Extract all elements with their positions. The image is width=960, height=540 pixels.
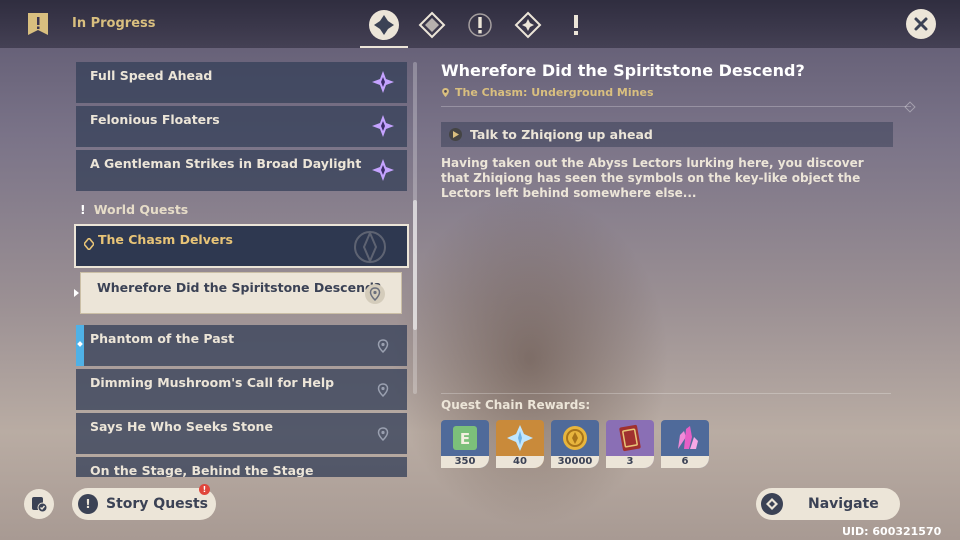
quest-item-archon[interactable]: A Gentleman Strikes in Broad Daylight bbox=[76, 150, 407, 191]
primogem-icon bbox=[496, 420, 544, 456]
reward-item[interactable]: E 350 bbox=[441, 420, 489, 468]
commission-quest-icon bbox=[514, 11, 542, 39]
quest-item-label: Dimming Mushroom's Call for Help bbox=[90, 375, 335, 390]
quest-settings-button[interactable] bbox=[24, 489, 54, 519]
reward-item[interactable]: 30000 bbox=[551, 420, 599, 468]
close-button[interactable] bbox=[906, 9, 936, 39]
page-title: In Progress bbox=[72, 16, 156, 31]
quest-item-archon[interactable]: Full Speed Ahead bbox=[76, 62, 407, 103]
quest-item-archon[interactable]: Felonious Floaters bbox=[76, 106, 407, 147]
quest-book-icon bbox=[26, 11, 50, 37]
location-pin-icon bbox=[377, 382, 389, 401]
quest-item-label: Phantom of the Past bbox=[90, 331, 235, 346]
objective-play-icon bbox=[449, 128, 462, 141]
tab-story-quests[interactable] bbox=[456, 4, 504, 46]
quest-item-selected[interactable]: Wherefore Did the Spiritstone Descend? bbox=[80, 272, 402, 314]
quest-checklist-icon bbox=[32, 497, 48, 513]
rewards-label: Quest Chain Rewards: bbox=[441, 398, 591, 412]
story-quest-icon: ! bbox=[78, 494, 98, 514]
location-pin-icon bbox=[377, 338, 389, 357]
player-uid: UID: 600321570 bbox=[842, 525, 942, 538]
quest-item-label: Felonious Floaters bbox=[90, 112, 220, 127]
archon-quest-icon bbox=[371, 158, 395, 186]
tab-all-quests[interactable] bbox=[360, 4, 408, 48]
quest-item-label: Says He Who Seeks Stone bbox=[90, 419, 273, 434]
location-pin-icon bbox=[442, 88, 449, 97]
quest-item-label: A Gentleman Strikes in Broad Daylight bbox=[90, 156, 362, 171]
archon-quest-icon bbox=[371, 70, 395, 98]
reward-item[interactable]: 3 bbox=[606, 420, 654, 468]
quest-item-world[interactable]: On the Stage, Behind the Stage bbox=[76, 457, 407, 477]
section-header-world-quests: ! World Quests bbox=[80, 202, 188, 217]
reward-list: E 350 40 30000 3 6 bbox=[441, 420, 709, 468]
crystal-chunk-icon bbox=[661, 420, 709, 456]
navigate-button[interactable]: Navigate bbox=[756, 488, 900, 520]
tab-world-quests[interactable] bbox=[552, 4, 600, 46]
all-quests-icon bbox=[369, 10, 399, 40]
chasm-emblem-icon bbox=[351, 228, 389, 270]
story-quests-label: Story Quests bbox=[106, 496, 209, 512]
close-icon bbox=[914, 17, 928, 31]
adventure-exp-icon: E bbox=[441, 420, 489, 456]
quest-description: Having taken out the Abyss Lectors lurki… bbox=[441, 156, 864, 200]
quest-location: The Chasm: Underground Mines bbox=[441, 86, 654, 99]
divider-ornament bbox=[904, 101, 916, 113]
world-quest-icon: ! bbox=[80, 202, 86, 217]
location-pin-icon bbox=[377, 426, 389, 445]
quest-item-label: On the Stage, Behind the Stage bbox=[90, 463, 314, 477]
chain-diamond-icon bbox=[82, 235, 96, 254]
archon-quest-icon bbox=[418, 11, 446, 39]
quest-objective-text: Talk to Zhiqiong up ahead bbox=[470, 127, 653, 142]
reward-quantity: 350 bbox=[441, 456, 489, 468]
mora-icon bbox=[551, 420, 599, 456]
quest-chain-header[interactable]: The Chasm Delvers bbox=[74, 224, 409, 268]
heros-wit-icon bbox=[606, 420, 654, 456]
tracked-indicator-icon bbox=[77, 341, 83, 347]
selected-indicator-icon bbox=[74, 289, 79, 297]
quest-detail-title: Wherefore Did the Spiritstone Descend? bbox=[441, 61, 805, 80]
quest-item-label: Full Speed Ahead bbox=[90, 68, 213, 83]
navigate-label: Navigate bbox=[808, 496, 879, 512]
reward-item[interactable]: 40 bbox=[496, 420, 544, 468]
reward-item[interactable]: 6 bbox=[661, 420, 709, 468]
section-header-label: World Quests bbox=[93, 202, 189, 217]
notification-badge: ! bbox=[199, 484, 210, 495]
quest-item-world[interactable]: Says He Who Seeks Stone bbox=[76, 413, 407, 454]
story-quests-button[interactable]: ! Story Quests ! bbox=[72, 484, 216, 520]
divider bbox=[441, 393, 891, 394]
divider bbox=[441, 106, 911, 107]
quest-chain-title: The Chasm Delvers bbox=[98, 232, 233, 247]
quest-list-scroll-thumb[interactable] bbox=[413, 200, 417, 330]
archon-quest-icon bbox=[371, 114, 395, 142]
reward-quantity: 40 bbox=[496, 456, 544, 468]
tab-commission-quests[interactable] bbox=[504, 4, 552, 46]
background-scene bbox=[380, 180, 680, 540]
svg-text:E: E bbox=[460, 430, 470, 448]
quest-item-world[interactable]: Dimming Mushroom's Call for Help bbox=[76, 369, 407, 410]
quest-category-tabs bbox=[360, 4, 600, 48]
quest-objective: Talk to Zhiqiong up ahead bbox=[441, 122, 893, 147]
location-pin-icon bbox=[365, 284, 385, 304]
story-quest-icon bbox=[468, 13, 492, 37]
reward-quantity: 30000 bbox=[551, 456, 599, 468]
quest-location-label: The Chasm: Underground Mines bbox=[455, 86, 654, 99]
quest-item-label: Wherefore Did the Spiritstone Descend? bbox=[97, 280, 382, 295]
reward-quantity: 3 bbox=[606, 456, 654, 468]
reward-quantity: 6 bbox=[661, 456, 709, 468]
world-quest-icon bbox=[574, 15, 578, 35]
navigate-icon bbox=[761, 493, 783, 515]
tab-archon-quests[interactable] bbox=[408, 4, 456, 46]
quest-item-world[interactable]: Phantom of the Past bbox=[76, 325, 407, 366]
